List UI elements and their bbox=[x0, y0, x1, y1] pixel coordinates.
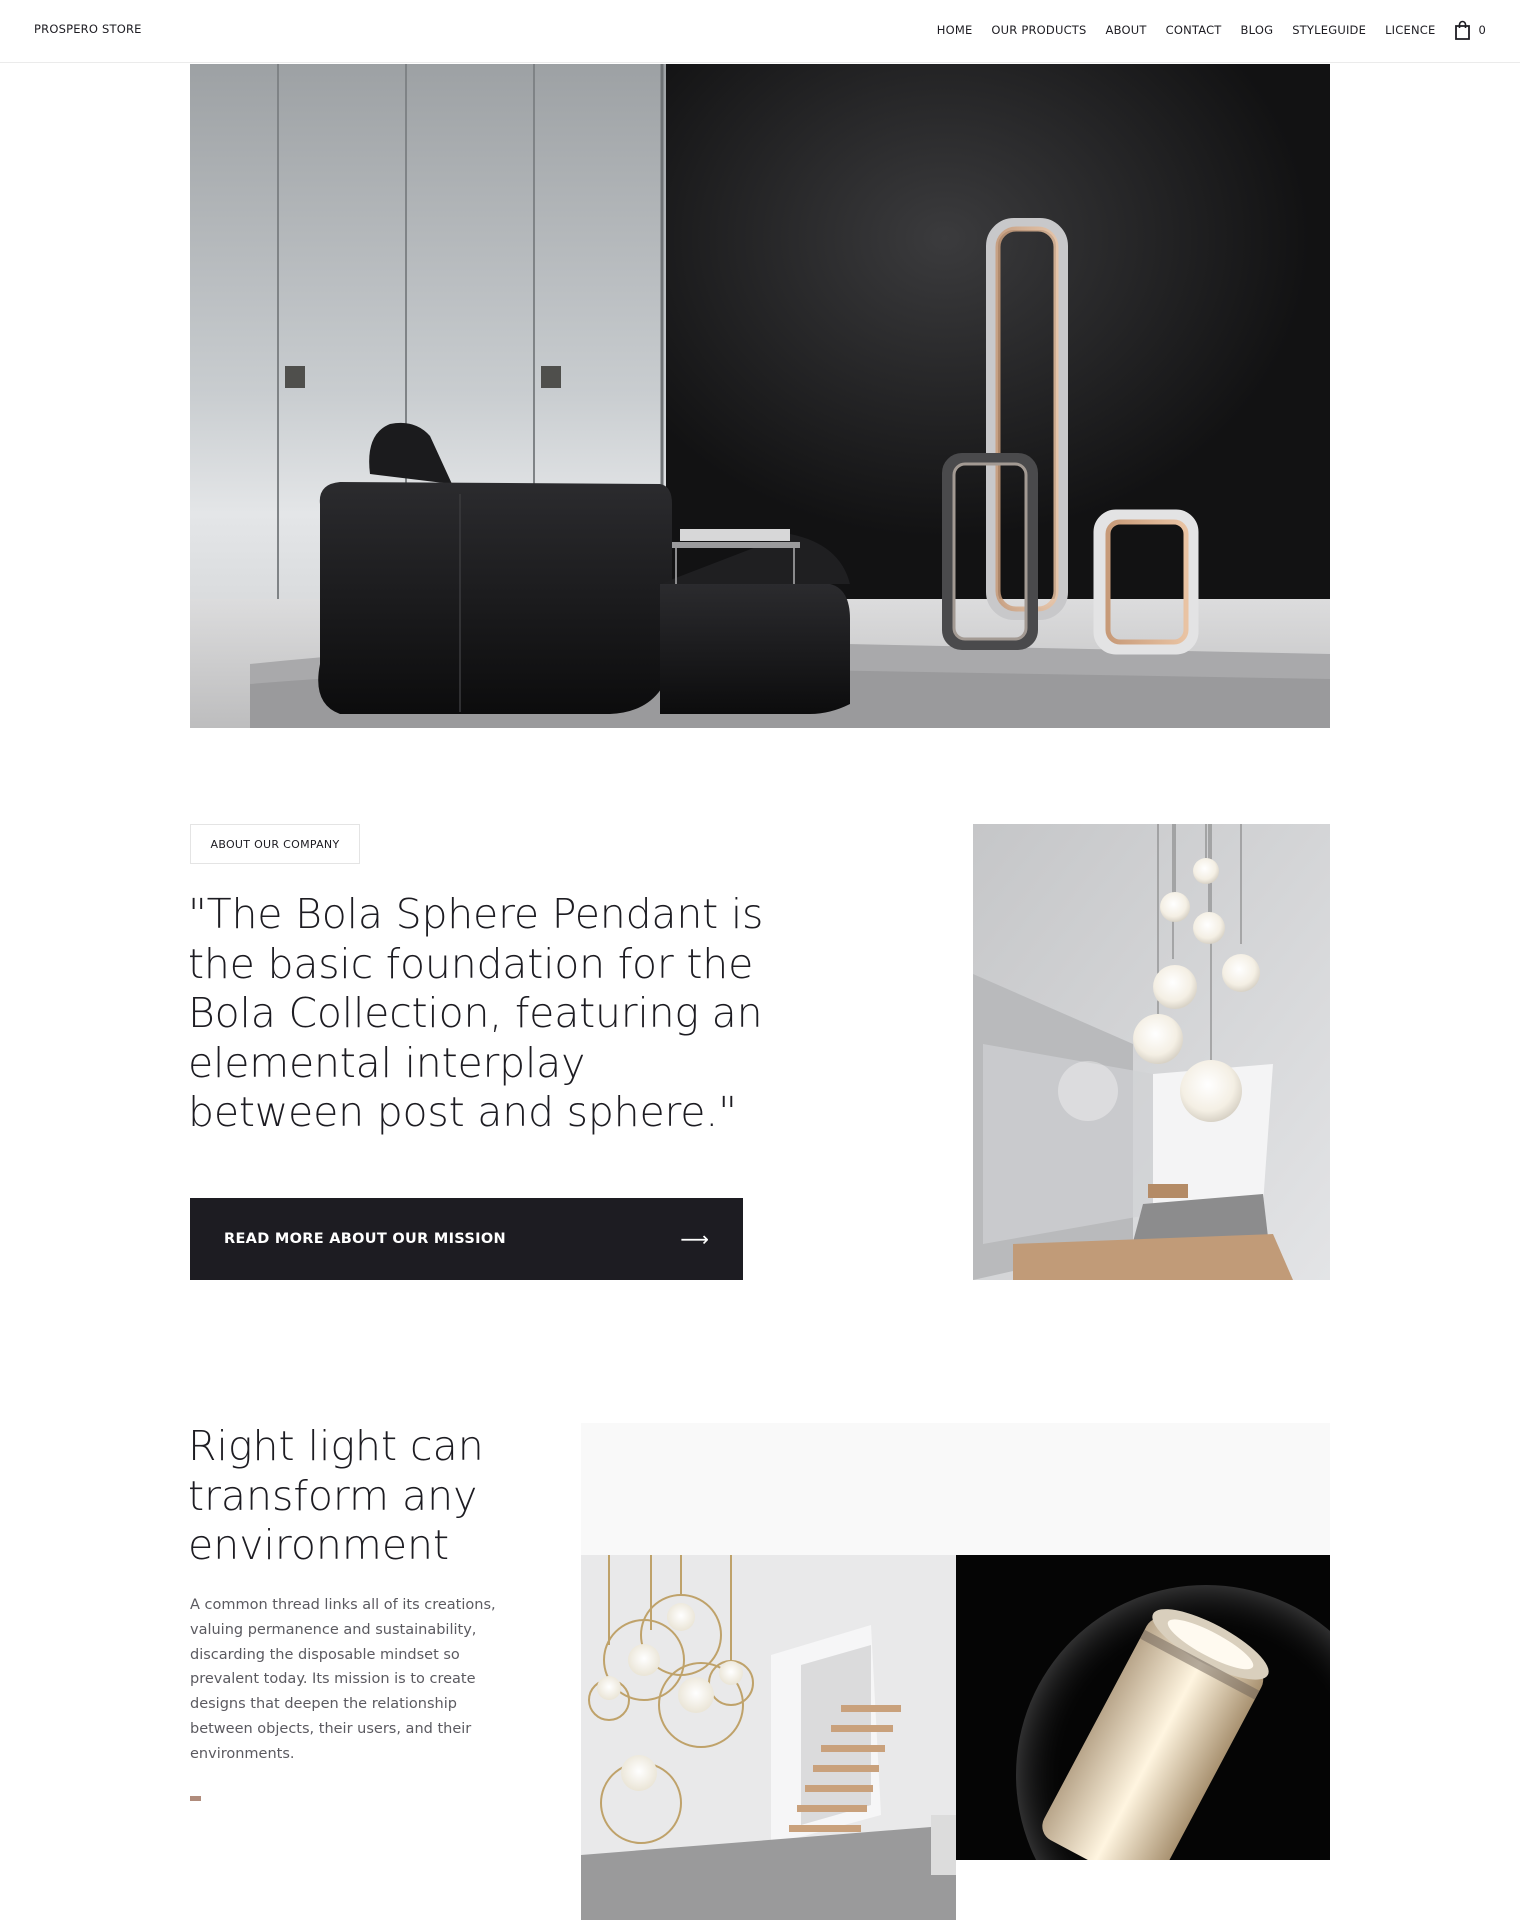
brand-logo[interactable]: PROSPERO STORE bbox=[34, 22, 142, 36]
cart-count: 0 bbox=[1478, 23, 1486, 37]
accent-divider bbox=[190, 1796, 201, 1801]
arrow-right-icon: ⟶ bbox=[680, 1227, 709, 1251]
read-mission-label: READ MORE ABOUT OUR MISSION bbox=[224, 1231, 506, 1247]
light-heading: Right light can transform any environmen… bbox=[188, 1422, 484, 1569]
shopping-bag-icon bbox=[1455, 20, 1471, 40]
nav-blog[interactable]: BLOG bbox=[1241, 23, 1274, 37]
about-quote: "The Bola Sphere Pendant is the basic fo… bbox=[188, 890, 764, 1136]
nav-about[interactable]: ABOUT bbox=[1106, 23, 1147, 37]
site-header: PROSPERO STORE HOME OUR PRODUCTS ABOUT C… bbox=[0, 0, 1520, 63]
nav-our-products[interactable]: OUR PRODUCTS bbox=[991, 23, 1086, 37]
nav-contact[interactable]: CONTACT bbox=[1166, 23, 1222, 37]
main-nav: HOME OUR PRODUCTS ABOUT CONTACT BLOG STY… bbox=[918, 20, 1486, 40]
pendant-lights-photo bbox=[973, 824, 1330, 1280]
about-badge: ABOUT OUR COMPANY bbox=[190, 824, 360, 864]
nav-styleguide[interactable]: STYLEGUIDE bbox=[1292, 23, 1366, 37]
nav-home[interactable]: HOME bbox=[937, 23, 973, 37]
gallery-panel bbox=[581, 1423, 1330, 1555]
glass-globe-lamp-photo bbox=[956, 1555, 1330, 1860]
light-description: A common thread links all of its creatio… bbox=[190, 1597, 496, 1762]
cart-button[interactable]: 0 bbox=[1454, 20, 1486, 40]
hero-image bbox=[190, 64, 1330, 728]
ring-pendants-photo bbox=[581, 1555, 956, 1920]
read-mission-button[interactable]: READ MORE ABOUT OUR MISSION ⟶ bbox=[190, 1198, 743, 1280]
nav-licence[interactable]: LICENCE bbox=[1385, 23, 1435, 37]
